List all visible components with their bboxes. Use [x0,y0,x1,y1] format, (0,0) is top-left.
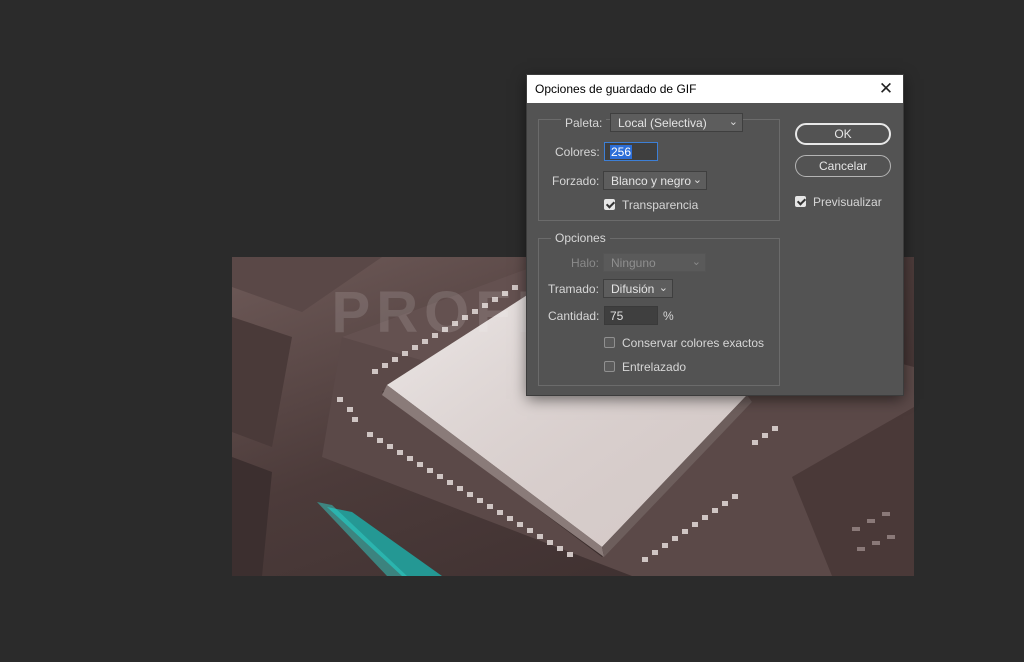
cancel-button[interactable]: Cancelar [795,155,891,177]
preserve-colors-checkbox[interactable] [604,337,615,348]
transparency-checkbox[interactable] [604,199,615,210]
dither-select[interactable]: Difusión ⌄ [603,279,673,298]
gif-save-options-dialog: Opciones de guardado de GIF ✕ Paleta: Lo… [527,75,903,395]
interlaced-checkbox[interactable] [604,361,615,372]
dialog-titlebar[interactable]: Opciones de guardado de GIF ✕ [527,75,903,103]
halo-select-value: Ninguno [611,256,656,270]
colors-input-value: 256 [610,145,633,159]
amount-unit: % [663,309,674,323]
halo-label: Halo: [571,256,600,270]
ok-button[interactable]: OK [795,123,891,145]
dialog-title: Opciones de guardado de GIF [535,82,697,96]
forced-label: Forzado: [552,174,600,188]
chevron-down-icon: ⌄ [691,256,701,268]
interlaced-label[interactable]: Entrelazado [622,360,686,374]
halo-select: Ninguno ⌄ [603,253,706,272]
amount-input[interactable]: 75 [604,306,658,325]
chevron-down-icon: ⌄ [692,174,702,186]
chevron-down-icon: ⌄ [658,282,668,294]
close-icon[interactable]: ✕ [875,78,897,100]
forced-select-value: Blanco y negro [611,174,692,188]
preview-label[interactable]: Previsualizar [813,195,882,209]
dither-label: Tramado: [548,282,599,296]
preserve-colors-label[interactable]: Conservar colores exactos [622,336,764,350]
options-group-legend: Opciones [551,231,610,245]
colors-label: Colores: [555,145,600,159]
chevron-down-icon: ⌄ [728,116,738,128]
forced-select[interactable]: Blanco y negro ⌄ [603,171,707,190]
palette-label: Paleta: [561,116,607,130]
palette-select[interactable]: Local (Selectiva) ⌄ [610,113,743,132]
amount-input-value: 75 [610,309,624,323]
transparency-label[interactable]: Transparencia [622,198,698,212]
dither-select-value: Difusión [611,282,655,296]
colors-input[interactable]: 256 [604,142,658,161]
preview-checkbox[interactable] [795,196,806,207]
palette-select-value: Local (Selectiva) [618,116,707,130]
amount-label: Cantidad: [548,309,600,323]
